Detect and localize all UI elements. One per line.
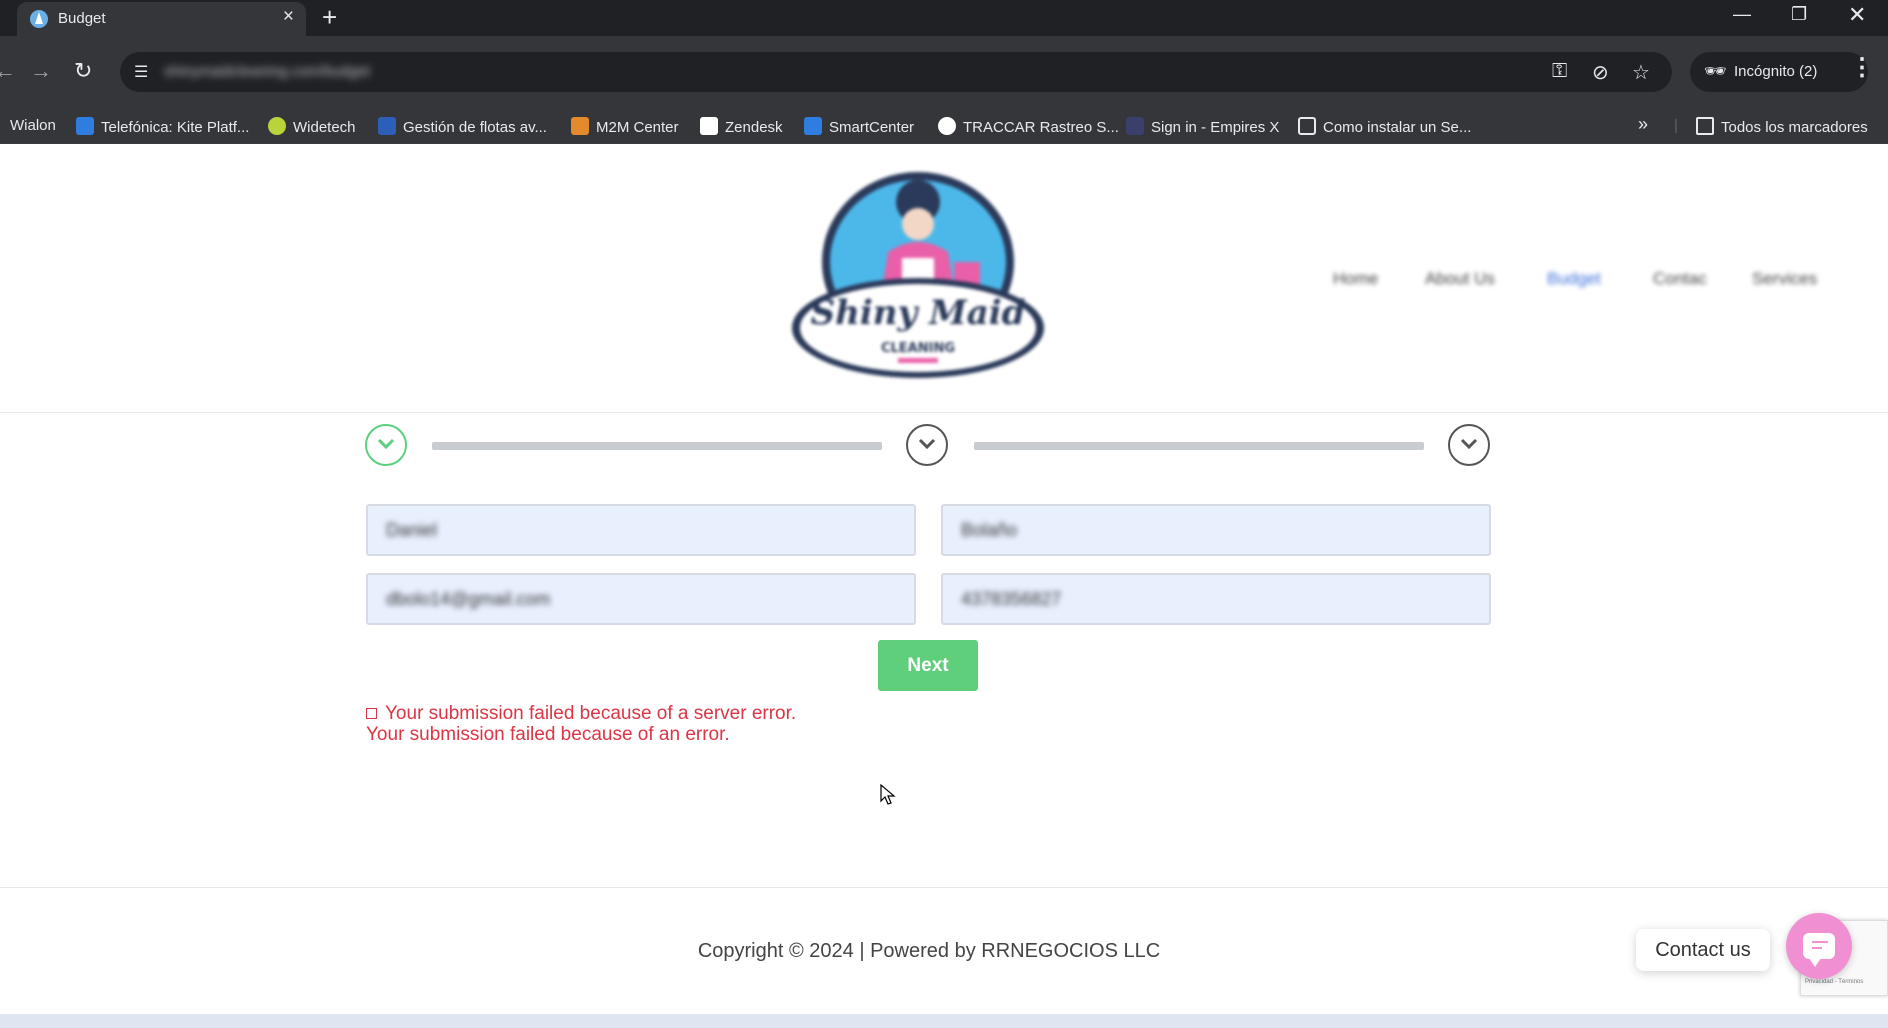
browser-tab-strip: Budget × + — ❐ ✕ — [0, 0, 1888, 36]
first-name-field[interactable]: Daniel — [366, 504, 916, 556]
password-key-icon[interactable]: ⚿ — [1552, 60, 1567, 83]
first-name-value: Daniel — [386, 520, 438, 540]
chat-button[interactable] — [1786, 913, 1852, 979]
header-divider — [0, 412, 1888, 413]
recaptcha-text: Privacidad - Términos — [1805, 979, 1864, 985]
error-icon — [366, 708, 377, 719]
bookmark-item[interactable]: Telefónica: Kite Platf... — [76, 117, 249, 136]
fleet-icon — [378, 117, 396, 135]
all-bookmarks-button[interactable]: Todos los marcadores — [1696, 117, 1868, 136]
logo-text: Shiny Maid — [811, 293, 1026, 333]
error-line-2: Your submission failed because of an err… — [366, 724, 730, 745]
share-icon — [1298, 117, 1316, 135]
nav-about-us[interactable]: About Us — [1425, 269, 1495, 289]
traccar-icon — [938, 117, 956, 135]
tab-title: Budget — [58, 10, 106, 27]
shiny-maid-logo[interactable]: Shiny Maid CLEANING — [790, 162, 1046, 394]
reload-icon[interactable]: ↻ — [74, 58, 92, 84]
bookmark-item[interactable]: Gestión de flotas av... — [378, 117, 547, 136]
chat-line — [1812, 947, 1822, 949]
chevron-down-icon — [377, 438, 395, 450]
empires-icon — [1126, 117, 1144, 135]
step-progress-bar — [974, 442, 1424, 450]
bookmark-item[interactable]: Zendesk — [700, 117, 783, 136]
bookmarks-bar: Wialon Telefónica: Kite Platf... Widetec… — [0, 108, 1888, 144]
widetech-icon — [268, 117, 286, 135]
step-progress-bar — [432, 442, 882, 450]
nav-services[interactable]: Services — [1752, 269, 1817, 289]
phone-value: 4378356827 — [961, 589, 1062, 609]
back-icon[interactable]: ← — [0, 58, 16, 84]
zendesk-icon — [700, 117, 718, 135]
browser-menu-icon[interactable]: ⋮ — [1850, 53, 1874, 82]
footer-copyright: Copyright © 2024 | Powered by RRNEGOCIOS… — [697, 940, 1161, 962]
forward-icon[interactable]: → — [30, 58, 52, 84]
mouse-cursor-icon — [880, 784, 896, 805]
bookmark-item[interactable]: Wialon — [10, 117, 56, 134]
tab-close-icon[interactable]: × — [283, 6, 294, 28]
chevron-down-icon — [918, 438, 936, 450]
email-value: dbolo14@gmail.com — [386, 589, 551, 609]
chat-bubble-icon — [1803, 933, 1835, 967]
url-text: shinymaidcleaning.com/budget — [164, 63, 370, 80]
web-page: Shiny Maid CLEANING Home About Us Budget… — [0, 144, 1888, 1014]
restore-icon[interactable]: ❐ — [1791, 4, 1807, 25]
phone-field[interactable]: 4378356827 — [941, 573, 1491, 625]
site-favicon-icon — [30, 10, 48, 28]
bookmark-item[interactable]: Como instalar un Se... — [1298, 117, 1471, 136]
tracking-protection-icon[interactable]: ⊘ — [1592, 60, 1609, 85]
footer-divider — [0, 887, 1888, 888]
window-close-icon[interactable]: ✕ — [1848, 2, 1866, 28]
nav-home[interactable]: Home — [1333, 269, 1378, 289]
new-tab-icon[interactable]: + — [322, 2, 337, 33]
bookmark-item[interactable]: Sign in - Empires X — [1126, 117, 1279, 136]
bookmark-item[interactable]: TRACCAR Rastreo S... — [938, 117, 1119, 136]
error-line-1: Your submission failed because of a serv… — [385, 703, 797, 724]
incognito-indicator[interactable]: 🕶 Incógnito (2) — [1690, 52, 1868, 92]
movistar-icon — [76, 117, 94, 135]
incognito-icon: 🕶 — [1704, 61, 1727, 81]
movistar-icon — [804, 117, 822, 135]
chat-line — [1812, 941, 1828, 943]
last-name-field[interactable]: Bolaño — [941, 504, 1491, 556]
minimize-icon[interactable]: — — [1733, 4, 1751, 25]
bookmark-item[interactable]: Widetech — [268, 117, 356, 136]
folder-icon — [1696, 117, 1714, 135]
bookmark-star-icon[interactable]: ☆ — [1632, 60, 1650, 85]
more-bookmarks-icon[interactable]: » — [1638, 114, 1648, 135]
bookmark-item[interactable]: M2M Center — [571, 117, 679, 136]
bookmark-item[interactable]: SmartCenter — [804, 117, 914, 136]
browser-tab[interactable]: Budget × — [17, 2, 306, 36]
chevron-down-icon — [1460, 438, 1478, 450]
nav-budget[interactable]: Budget — [1547, 269, 1601, 289]
error-message: Your submission failed because of a serv… — [366, 703, 796, 745]
email-field[interactable]: dbolo14@gmail.com — [366, 573, 916, 625]
step-3-indicator — [1448, 424, 1490, 466]
last-name-value: Bolaño — [961, 520, 1018, 540]
site-info-icon[interactable]: ☰ — [134, 62, 148, 82]
nav-contac[interactable]: Contac — [1653, 269, 1707, 289]
bookmarks-separator: | — [1674, 117, 1678, 134]
step-2-indicator — [906, 424, 948, 466]
contact-us-label[interactable]: Contact us — [1636, 929, 1770, 971]
incognito-label: Incógnito (2) — [1734, 63, 1818, 80]
m2m-icon — [571, 117, 589, 135]
browser-toolbar: ← → ↻ ☰ shinymaidcleaning.com/budget ⚿ ⊘… — [0, 36, 1888, 108]
step-1-indicator — [365, 424, 407, 466]
os-taskbar — [0, 1014, 1888, 1028]
next-button[interactable]: Next — [878, 640, 978, 691]
screen: Budget × + — ❐ ✕ ← → ↻ ☰ shinymaidcleani… — [0, 0, 1888, 1028]
address-bar[interactable]: ☰ shinymaidcleaning.com/budget ⚿ ⊘ ☆ — [120, 52, 1672, 92]
logo-subtext: CLEANING — [881, 341, 955, 356]
